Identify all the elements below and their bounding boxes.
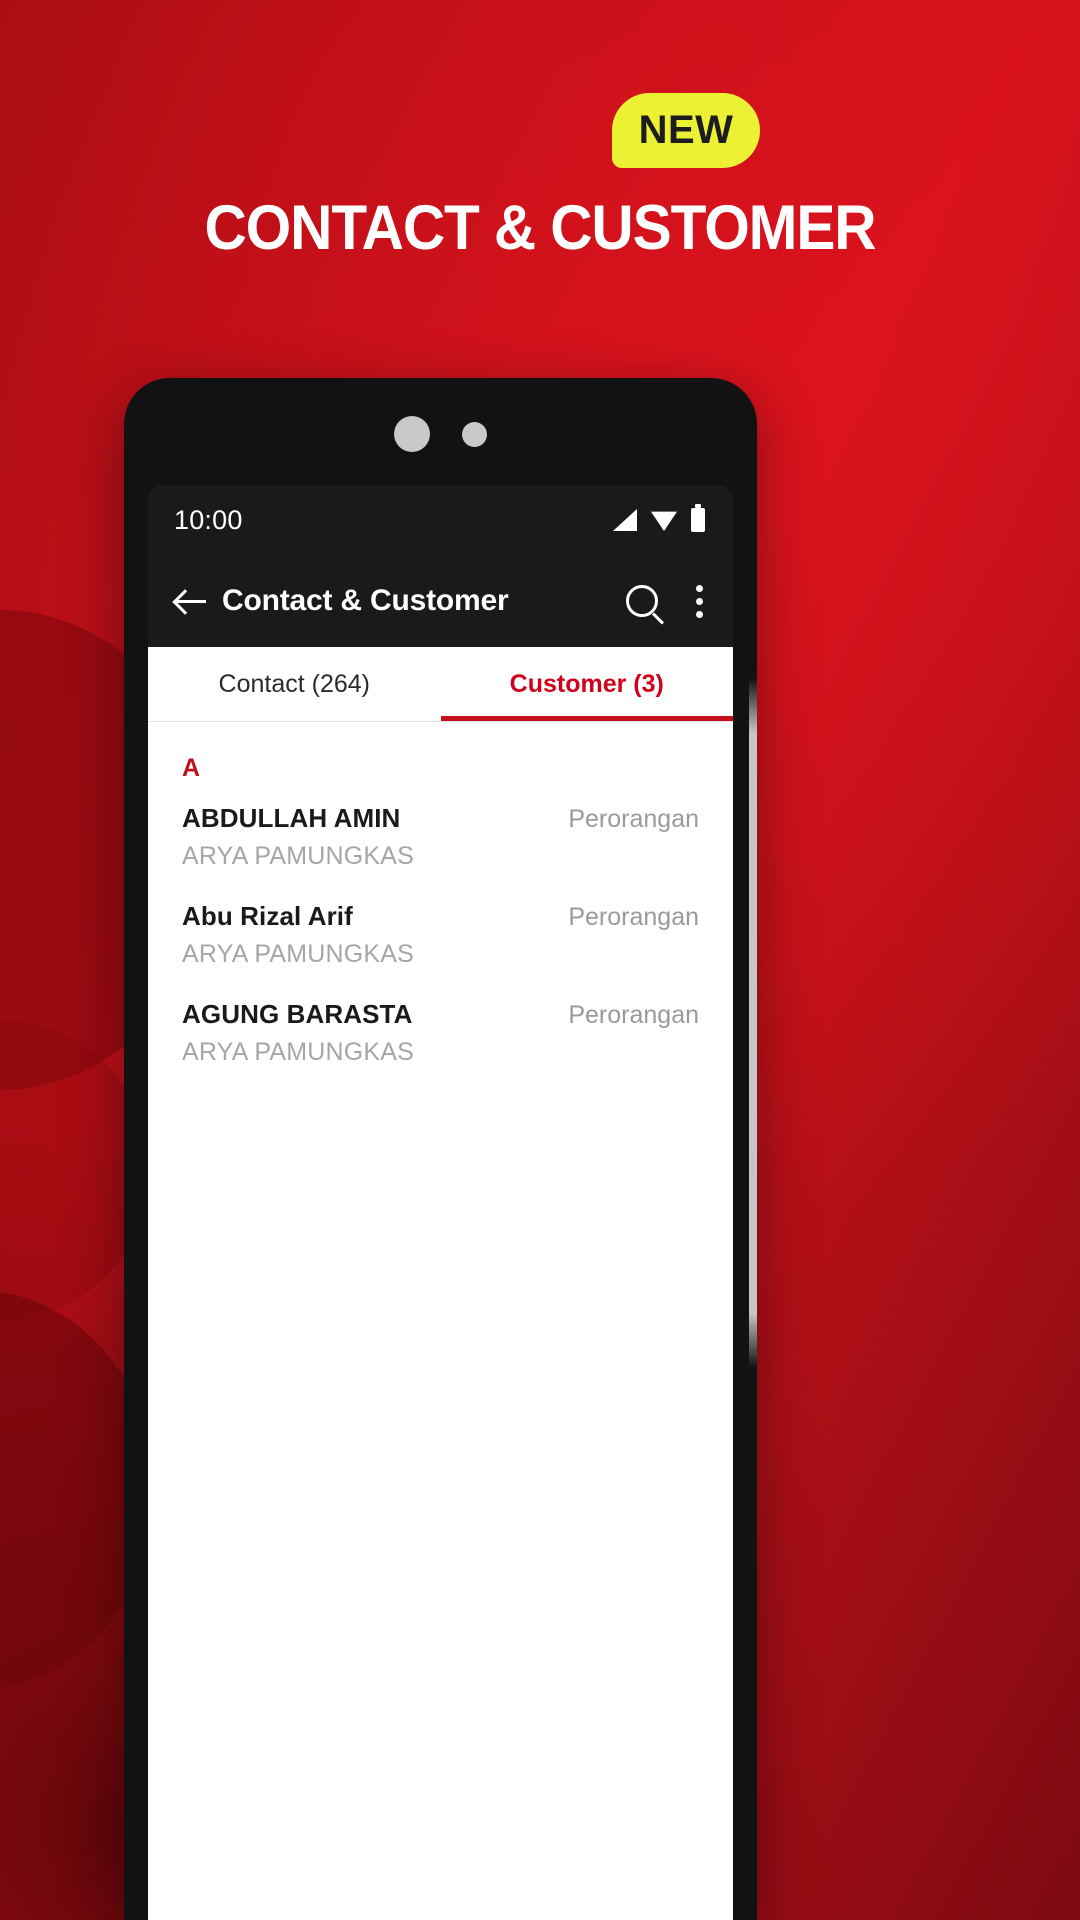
tab-contact-label: Contact (264) bbox=[218, 669, 370, 698]
tab-bar: Contact (264) Customer (3) bbox=[148, 647, 733, 721]
status-clock: 10:00 bbox=[174, 504, 243, 535]
tab-customer-label: Customer (3) bbox=[509, 669, 664, 698]
promo-headline: CONTACT & CUSTOMER bbox=[204, 193, 876, 263]
list-item[interactable]: Abu Rizal Arif ARYA PAMUNGKAS Perorangan bbox=[148, 885, 733, 983]
phone-side-edge bbox=[749, 678, 757, 1368]
status-icons bbox=[613, 504, 705, 532]
section-header-letter: A bbox=[182, 754, 201, 782]
phone-camera-row bbox=[124, 416, 757, 452]
list-item-type: Perorangan bbox=[568, 1001, 699, 1029]
status-bar: 10:00 bbox=[148, 485, 733, 555]
phone-mockup: 10:00 Contact & Customer Contact (264) C… bbox=[124, 378, 757, 1920]
list-item-text: Abu Rizal Arif ARYA PAMUNGKAS bbox=[182, 901, 414, 969]
list-item[interactable]: AGUNG BARASTA ARYA PAMUNGKAS Perorangan bbox=[148, 983, 733, 1081]
list-item[interactable]: ABDULLAH AMIN ARYA PAMUNGKAS Perorangan bbox=[148, 787, 733, 885]
list-item-subtitle: ARYA PAMUNGKAS bbox=[182, 842, 415, 870]
content-sheet: Contact (264) Customer (3) A ABDULLAH AM… bbox=[148, 647, 733, 1920]
list-item-subtitle: ARYA PAMUNGKAS bbox=[182, 1038, 415, 1066]
battery-icon bbox=[691, 504, 705, 532]
tab-contact[interactable]: Contact (264) bbox=[148, 647, 441, 721]
list-item-text: ABDULLAH AMIN ARYA PAMUNGKAS bbox=[182, 803, 414, 871]
phone-screen: 10:00 Contact & Customer Contact (264) C… bbox=[148, 485, 733, 1920]
more-options-icon[interactable] bbox=[696, 584, 703, 618]
tab-customer[interactable]: Customer (3) bbox=[440, 647, 734, 721]
new-badge-label: NEW bbox=[638, 108, 734, 152]
signal-icon bbox=[613, 509, 637, 531]
new-badge: NEW bbox=[612, 93, 760, 168]
wifi-icon bbox=[651, 511, 677, 531]
list-item-text: AGUNG BARASTA ARYA PAMUNGKAS bbox=[182, 999, 414, 1067]
list-item-subtitle: ARYA PAMUNGKAS bbox=[182, 940, 415, 968]
app-bar: Contact & Customer bbox=[148, 555, 733, 647]
list-item-type: Perorangan bbox=[568, 903, 699, 931]
list-item-type: Perorangan bbox=[568, 805, 699, 833]
list-item-name: Abu Rizal Arif bbox=[182, 901, 353, 931]
list-item-name: AGUNG BARASTA bbox=[182, 999, 413, 1029]
search-icon[interactable] bbox=[626, 585, 658, 617]
page-title: Contact & Customer bbox=[222, 584, 509, 617]
camera-sensor-icon bbox=[462, 421, 487, 447]
list-item-name: ABDULLAH AMIN bbox=[182, 803, 401, 833]
camera-lens-icon bbox=[394, 416, 430, 452]
back-arrow-icon[interactable] bbox=[174, 584, 208, 618]
